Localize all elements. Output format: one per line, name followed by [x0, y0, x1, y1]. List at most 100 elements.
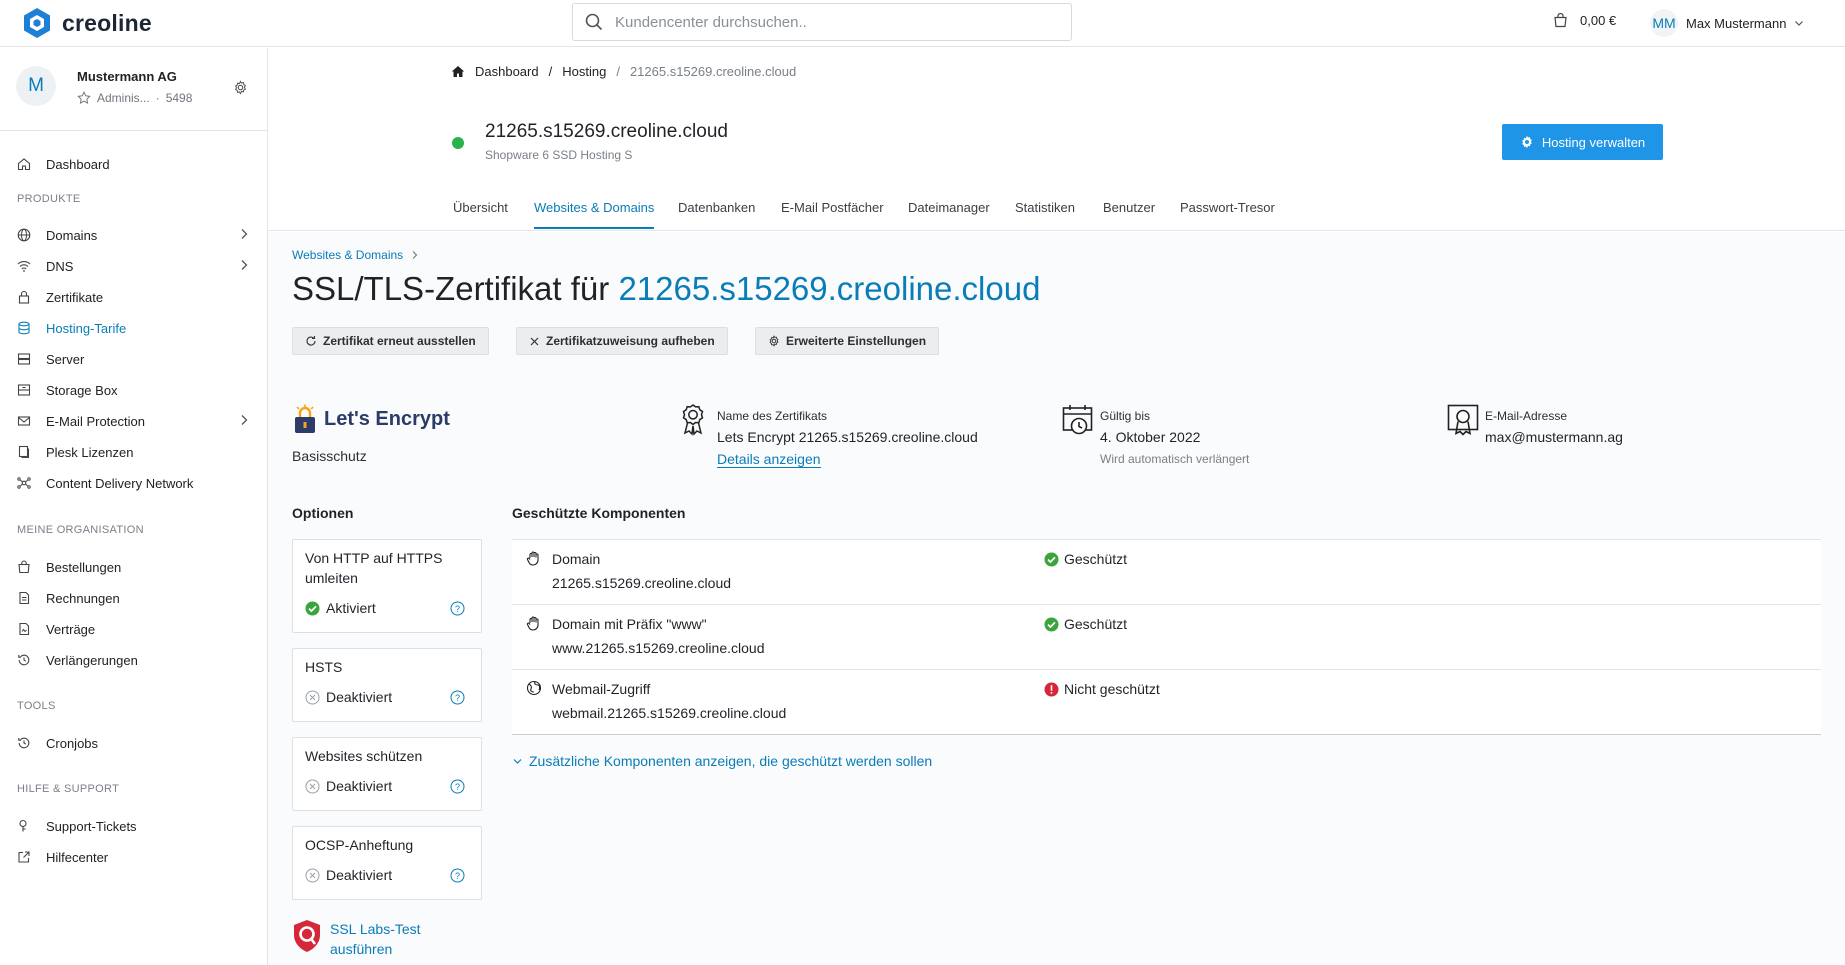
option-title: OCSP-Anheftung — [305, 837, 414, 853]
sidebar-item-server[interactable]: Server — [16, 347, 252, 371]
help-icon[interactable]: ? — [450, 868, 465, 883]
sidebar-item-label: Rechnungen — [46, 590, 120, 606]
logo-text: creoline — [62, 9, 152, 36]
option-state-label: Deaktiviert — [326, 867, 393, 883]
breadcrumb-hosting[interactable]: Hosting — [562, 64, 606, 79]
sidebar-item-dashboard[interactable]: Dashboard — [16, 152, 252, 176]
hosting-verwalten-label: Hosting verwalten — [1541, 134, 1646, 150]
tab-uebersicht[interactable]: Übersicht — [453, 200, 508, 227]
tab-statistiken[interactable]: Statistiken — [1015, 200, 1075, 227]
sidebar-item-hosting-tarife[interactable]: Hosting-Tarife — [16, 316, 252, 340]
tab-websites-domains[interactable]: Websites & Domains — [534, 200, 655, 229]
help-icon[interactable]: ? — [450, 690, 465, 705]
erweiterte-einstellungen-button[interactable]: Erweiterte Einstellungen — [755, 327, 940, 355]
component-status: Geschützt — [1044, 616, 1127, 632]
svg-text:?: ? — [455, 871, 460, 881]
cart-button[interactable]: 0,00 € — [1553, 13, 1616, 28]
breadcrumb: Dashboard / Hosting / 21265.s15269.creol… — [451, 64, 796, 79]
tab-email-postfaecher[interactable]: E-Mail Postfächer — [781, 200, 884, 227]
option-card-hsts[interactable]: HSTS Deaktiviert ? — [292, 648, 482, 722]
svg-text:?: ? — [455, 693, 460, 703]
component-host: www.21265.s15269.creoline.cloud — [552, 640, 765, 656]
component-status-label: Geschützt — [1064, 551, 1128, 567]
sidebar-item-domains[interactable]: Domains — [16, 223, 252, 247]
option-card-https-redirect[interactable]: Von HTTP auf HTTPS umleiten Aktiviert ? — [292, 539, 482, 633]
option-state-label: Deaktiviert — [326, 689, 393, 705]
sidebar-item-plesk-lizenzen[interactable]: Plesk Lizenzen — [16, 440, 252, 464]
creoline-logo[interactable]: creoline — [20, 6, 152, 40]
zertifikatzuweisung-aufheben-button[interactable]: Zertifikatzuweisung aufheben — [516, 327, 728, 355]
sidebar-item-dns[interactable]: DNS — [16, 254, 252, 278]
org-meta: Adminis... · 5498 — [77, 91, 192, 105]
star-icon[interactable] — [77, 91, 91, 105]
sidebar-item-label: E-Mail Protection — [46, 413, 145, 429]
license-icon — [16, 444, 32, 460]
sidebar-item-support-tickets[interactable]: Support-Tickets — [16, 814, 252, 838]
lock-icon — [16, 289, 32, 305]
sidebar-item-label: Storage Box — [46, 382, 118, 398]
network-icon — [16, 475, 32, 491]
tab-benutzer[interactable]: Benutzer — [1103, 200, 1155, 227]
option-card-ocsp-anheftung[interactable]: OCSP-Anheftung Deaktiviert ? — [292, 826, 482, 900]
sidebar-item-zertifikate[interactable]: Zertifikate — [16, 285, 252, 309]
lets-encrypt-name: Let's Encrypt — [324, 407, 450, 430]
sub-breadcrumb: Websites & Domains — [292, 248, 419, 262]
option-state: Deaktiviert — [305, 689, 392, 705]
contract-icon — [16, 621, 32, 637]
org-separator: · — [155, 91, 160, 105]
database-icon — [16, 320, 32, 336]
help-icon[interactable]: ? — [450, 601, 465, 616]
search-box[interactable] — [572, 3, 1072, 41]
tab-datenbanken[interactable]: Datenbanken — [678, 200, 755, 227]
user-menu[interactable]: MM Max Mustermann — [1650, 9, 1804, 37]
home-icon[interactable] — [451, 65, 465, 78]
sidebar-item-storage-box[interactable]: Storage Box — [16, 378, 252, 402]
server-icon — [16, 351, 32, 367]
globe-icon — [16, 227, 32, 243]
search-input[interactable] — [615, 13, 1035, 31]
sidebar: M Mustermann AG Adminis... · 5498 Dashbo… — [0, 48, 268, 965]
page-title: SSL/TLS-Zertifikat für 21265.s15269.creo… — [292, 270, 1040, 308]
sidebar-item-bestellungen[interactable]: Bestellungen — [16, 555, 252, 579]
tab-passwort-tresor[interactable]: Passwort-Tresor — [1180, 200, 1275, 227]
show-more-components-link[interactable]: Zusätzliche Komponenten anzeigen, die ge… — [512, 753, 932, 769]
ticket-icon — [16, 818, 32, 834]
cert-name-label: Name des Zertifikats — [717, 409, 828, 423]
breadcrumb-dashboard[interactable]: Dashboard — [475, 64, 539, 79]
details-anzeigen-link[interactable]: Details anzeigen — [717, 451, 821, 468]
sidebar-item-label: Verträge — [46, 621, 96, 637]
sub-breadcrumb-link[interactable]: Websites & Domains — [292, 248, 403, 262]
sidebar-item-label: Plesk Lizenzen — [46, 444, 134, 460]
ssl-labs-line2: ausführen — [330, 941, 393, 957]
org-settings-icon[interactable] — [233, 80, 248, 95]
section-hilfe-support: HILFE & SUPPORT — [17, 783, 120, 795]
zertifikat-erneut-ausstellen-button[interactable]: Zertifikat erneut ausstellen — [292, 327, 489, 355]
hand-icon — [526, 551, 539, 566]
option-card-websites-schuetzen[interactable]: Websites schützen Deaktiviert ? — [292, 737, 482, 811]
sidebar-item-rechnungen[interactable]: Rechnungen — [16, 586, 252, 610]
sidebar-item-hilfecenter[interactable]: Hilfecenter — [16, 845, 252, 869]
close-icon — [530, 337, 539, 345]
cart-total: 0,00 € — [1580, 13, 1617, 28]
hosting-verwalten-button[interactable]: Hosting verwalten — [1502, 124, 1663, 160]
help-icon[interactable]: ? — [450, 779, 465, 794]
svg-text:?: ? — [455, 782, 460, 792]
option-state: Aktiviert — [305, 600, 376, 616]
option-state-label: Deaktiviert — [326, 778, 393, 794]
sidebar-item-cronjobs[interactable]: Cronjobs — [16, 731, 252, 755]
sidebar-item-cdn[interactable]: Content Delivery Network — [16, 471, 252, 495]
ssl-labs-test-link[interactable]: SSL Labs-Test ausführen — [292, 919, 421, 959]
tab-dateimanager[interactable]: Dateimanager — [908, 200, 990, 227]
option-title: Von HTTP auf HTTPS umleiten — [305, 550, 443, 586]
table-row: Webmail-Zugriff webmail.21265.s15269.cre… — [512, 670, 1821, 735]
section-meine-organisation: MEINE ORGANISATION — [17, 524, 144, 536]
lets-encrypt-logo: Let's Encrypt — [292, 404, 450, 434]
table-row: Domain 21265.s15269.creoline.cloud Gesch… — [512, 540, 1821, 605]
page-title-domain[interactable]: 21265.s15269.creoline.cloud — [618, 270, 1040, 307]
sidebar-item-email-protection[interactable]: E-Mail Protection — [16, 409, 252, 433]
sidebar-item-verlaengerungen[interactable]: Verlängerungen — [16, 648, 252, 672]
calendar-clock-icon — [1062, 405, 1093, 435]
disabled-circle-icon — [305, 690, 320, 704]
sidebar-item-vertraege[interactable]: Verträge — [16, 617, 252, 641]
home-icon — [16, 156, 32, 172]
